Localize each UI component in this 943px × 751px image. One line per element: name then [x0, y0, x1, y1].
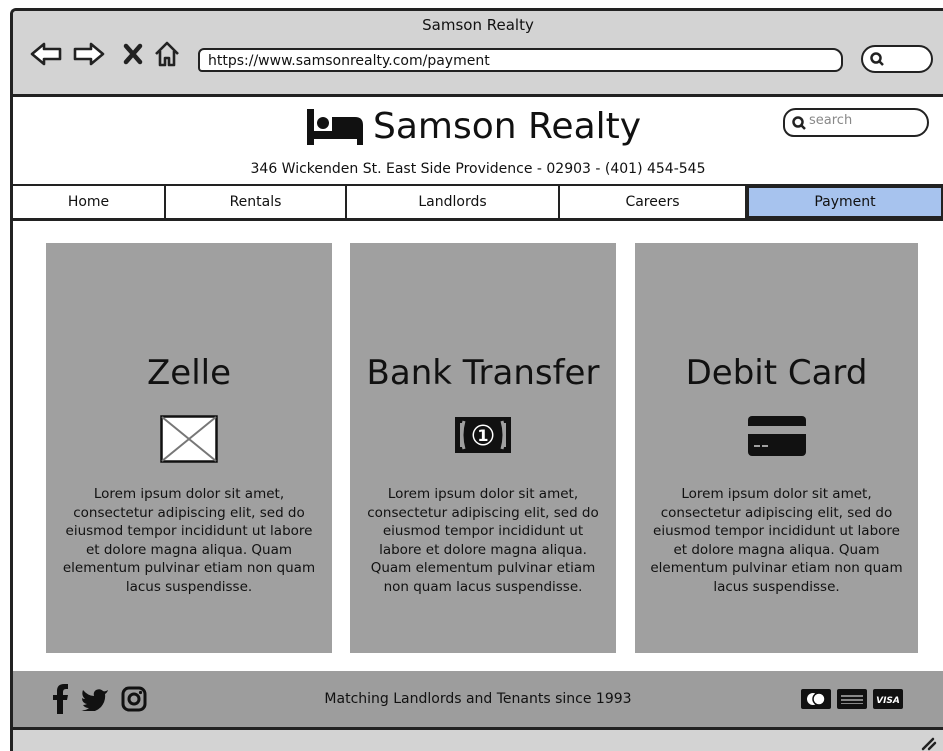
site-header: Samson Realty 346 Wickenden St. East Sid…: [13, 100, 943, 184]
nav-rentals[interactable]: Rentals: [166, 186, 347, 218]
window-title: Samson Realty: [422, 16, 534, 34]
home-icon[interactable]: [151, 39, 183, 69]
card-description: Lorem ipsum dolor sit amet, consectetur …: [62, 486, 316, 595]
card-description: Lorem ipsum dolor sit amet, consectetur …: [367, 486, 599, 595]
site-address: 346 Wickenden St. East Side Providence -…: [250, 161, 706, 177]
browser-status-bar: [13, 727, 943, 751]
back-arrow-icon[interactable]: [28, 39, 64, 69]
site-name: Samson Realty: [373, 106, 642, 147]
forward-arrow-icon[interactable]: [71, 39, 107, 69]
money-icon: 1: [455, 417, 511, 453]
site-brand[interactable]: Samson Realty: [305, 106, 641, 147]
card-title: Debit Card: [685, 353, 868, 393]
nav-careers[interactable]: Careers: [560, 186, 747, 218]
svg-text:1: 1: [477, 426, 488, 445]
image-placeholder-icon: [160, 415, 218, 463]
bed-icon: [307, 108, 363, 145]
nav-home[interactable]: Home: [13, 186, 166, 218]
credit-card-icon: [747, 416, 806, 456]
payment-options: Zelle Lorem ipsum dolor sit amet, consec…: [13, 221, 943, 671]
browser-chrome: Samson Realty https://www.samsonrealty.c…: [13, 11, 943, 97]
card-title: Zelle: [146, 353, 232, 393]
payment-badges: VISA: [801, 689, 903, 709]
card-description: Lorem ipsum dolor sit amet, consectetur …: [650, 486, 903, 595]
zelle-card[interactable]: Zelle Lorem ipsum dolor sit amet, consec…: [46, 243, 332, 653]
svg-text:VISA: VISA: [876, 696, 900, 706]
visa-icon: VISA: [873, 689, 903, 709]
bank-transfer-card[interactable]: Bank Transfer 1 Lorem ipsum dolor sit am…: [350, 243, 616, 653]
browser-window: Samson Realty https://www.samsonrealty.c…: [10, 8, 943, 751]
site-footer: Matching Landlords and Tenants since 199…: [13, 671, 943, 727]
nav-landlords[interactable]: Landlords: [347, 186, 560, 218]
search-icon: [792, 116, 806, 130]
browser-search-button[interactable]: [861, 45, 933, 73]
debit-card-card[interactable]: Debit Card Lorem ipsum dolor sit amet, c…: [635, 243, 918, 653]
site-search-field[interactable]: [783, 108, 929, 137]
card-title: Bank Transfer: [366, 353, 600, 393]
search-icon: [870, 52, 884, 66]
mastercard-icon: [801, 689, 831, 709]
american-express-icon: [837, 689, 867, 709]
url-bar[interactable]: https://www.samsonrealty.com/payment: [198, 48, 843, 72]
main-nav: Home Rentals Landlords Careers Payment: [13, 184, 943, 221]
search-input[interactable]: [809, 113, 919, 128]
nav-payment[interactable]: Payment: [747, 186, 943, 218]
stop-icon[interactable]: [121, 39, 145, 69]
resize-handle-icon[interactable]: [919, 733, 937, 751]
